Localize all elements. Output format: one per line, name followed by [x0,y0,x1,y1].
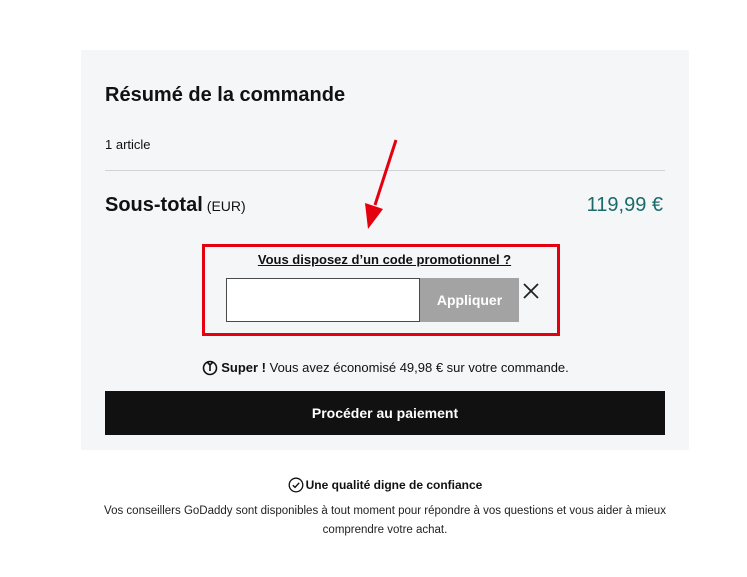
savings-highlight: Super ! [221,360,266,375]
subtotal-label-text: Sous-total [105,194,203,216]
promo-code-link[interactable]: Vous disposez d’un code promotionnel ? [202,252,567,267]
close-icon[interactable] [521,281,541,301]
savings-message: Super ! Vous avez économisé 49,98 € sur … [105,358,665,376]
savings-text: Vous avez économisé 49,98 € sur votre co… [266,360,569,375]
trust-title: Une qualité digne de confiance [0,477,747,493]
trust-description: Vos conseillers GoDaddy sont disponibles… [104,505,666,536]
trust-title-text: Une qualité digne de confiance [305,478,483,492]
subtotal-currency: (EUR) [206,198,246,214]
apply-promo-button[interactable]: Appliquer [420,278,519,322]
gift-tag-icon [202,360,218,376]
item-count: 1 article [105,137,151,152]
annotation-arrow-icon [365,139,398,229]
order-summary-title: Résumé de la commande [105,84,346,106]
checkout-button[interactable]: Procéder au paiement [105,391,665,435]
check-circle-icon [288,477,304,493]
promo-code-input[interactable] [226,278,420,322]
subtotal-label: Sous-total (EUR) [105,194,246,217]
subtotal-value: 119,99 € [586,194,663,216]
